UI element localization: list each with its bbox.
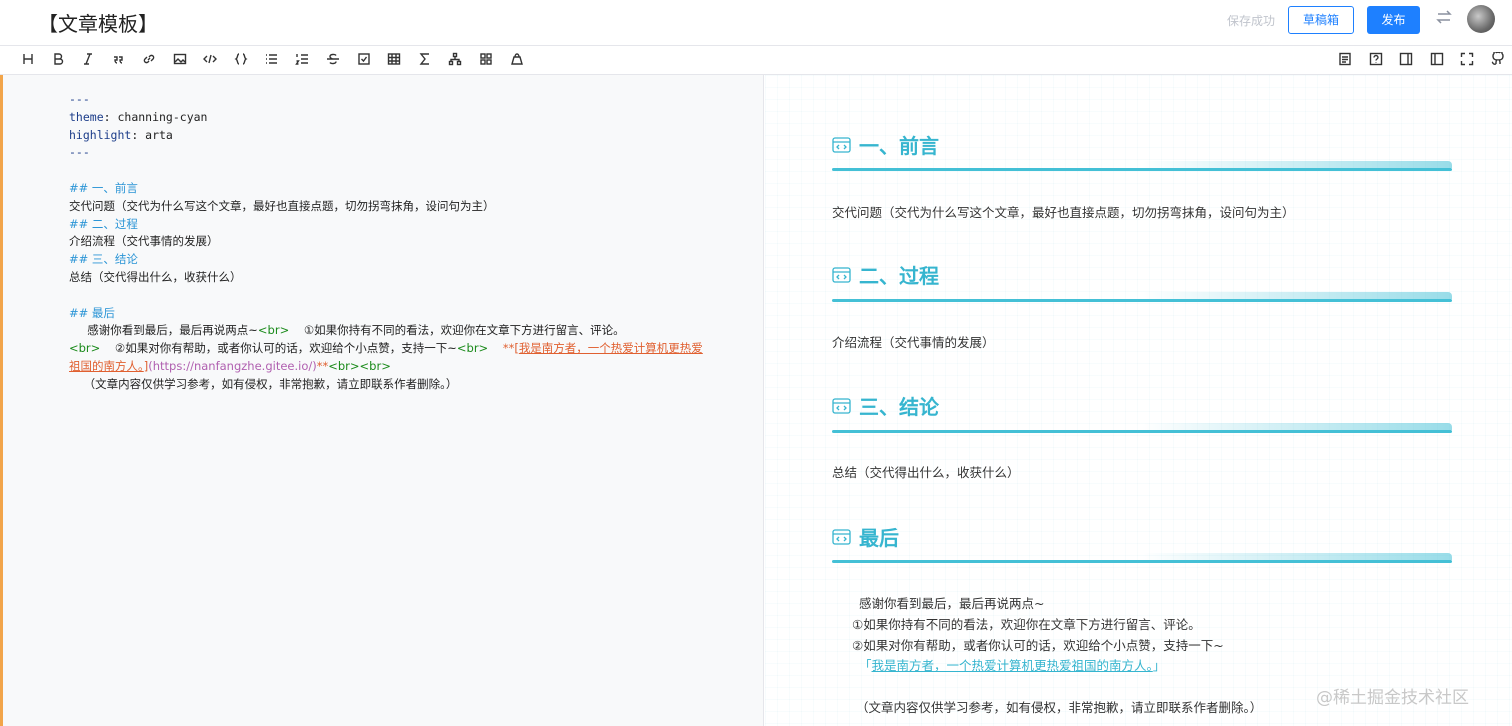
heading-gradient	[1142, 423, 1452, 430]
markdown-heading: ## 三、结论	[69, 252, 138, 267]
image-icon[interactable]	[172, 52, 188, 68]
preview-heading: 三、结论	[832, 391, 939, 421]
heading-gradient	[1142, 292, 1452, 299]
link-bracket: 「	[859, 658, 872, 674]
code-block-icon[interactable]	[233, 52, 249, 68]
quote-icon[interactable]	[110, 52, 126, 68]
html-tag: <br>	[257, 323, 290, 338]
drafts-button[interactable]: 草稿箱	[1288, 6, 1354, 34]
theme-icon[interactable]	[509, 52, 525, 68]
html-tag: <br><br>	[328, 358, 391, 373]
frontmatter-delimiter: ---	[69, 92, 90, 106]
heading-icon[interactable]	[20, 52, 36, 68]
ordered-list-icon[interactable]	[294, 52, 310, 68]
preview-link-line: 「我是南方者，一个热爱计算机更热爱祖国的南方人。」	[859, 656, 1262, 677]
formula-icon[interactable]	[417, 52, 433, 68]
heading-gradient	[1142, 553, 1452, 560]
code-line: ## 三、结论	[69, 251, 709, 269]
preview-heading: 二、过程	[832, 260, 939, 290]
code-line: theme: channing-cyan	[69, 109, 709, 127]
code-text: （文章内容仅供学习参考，如有侵权，非常抱歉，请立即联系作者删除。）	[69, 376, 458, 391]
preview-paragraph: 介绍流程（交代事情的发展）	[832, 335, 995, 350]
code-text: 感谢你看到最后，最后再说两点~	[69, 323, 258, 338]
preview-line: ①如果你持有不同的看法，欢迎你在文章下方进行留言、评论。	[852, 616, 1201, 632]
publish-button[interactable]: 发布	[1367, 6, 1420, 34]
unordered-list-icon[interactable]	[263, 52, 279, 68]
markdown-heading: ## 最后	[69, 305, 115, 320]
code-line: 介绍流程（交代事情的发展）	[69, 234, 219, 249]
toc-icon[interactable]	[1337, 52, 1353, 68]
preview-paragraph: 交代问题（交代为什么写这个文章，最好也直接点题，切勿拐弯抹角，设问句为主）	[832, 205, 1295, 220]
preview-closing-block: 感谢你看到最后，最后再说两点~ ①如果你持有不同的看法，欢迎你在文章下方进行留言…	[852, 594, 1263, 719]
article-title-input[interactable]: 【文章模板】	[38, 8, 158, 37]
markdown-heading: ## 二、过程	[69, 216, 138, 231]
watermark: @稀土掘金技术社区	[1316, 688, 1469, 708]
code-text: **	[316, 358, 329, 373]
preview-heading: 一、前言	[832, 130, 939, 160]
html-tag: <br>	[456, 341, 489, 356]
preview-line: （文章内容仅供学习参考，如有侵权，非常抱歉，请立即联系作者删除。）	[856, 699, 1263, 715]
heading-underline	[832, 430, 1452, 433]
code-text: ①如果你持有不同的看法，欢迎你在文章下方进行留言、评论。	[289, 323, 625, 338]
save-status: 保存成功	[1227, 14, 1276, 28]
table-icon[interactable]	[386, 52, 402, 68]
plugin-icon[interactable]	[478, 52, 494, 68]
heading-underline	[832, 299, 1452, 302]
code-line: 总结（交代得出什么，收获什么）	[69, 269, 242, 284]
diagram-icon[interactable]	[447, 52, 463, 68]
author-link[interactable]: 我是南方者，一个热爱计算机更热爱祖国的南方人。	[872, 658, 1153, 673]
markdown-editor[interactable]: --- theme: channing-cyan highlight: arta…	[3, 75, 764, 726]
code-paragraph: 感谢你看到最后，最后再说两点~<br> ①如果你持有不同的看法，欢迎你在文章下方…	[69, 322, 709, 393]
code-window-icon	[832, 136, 851, 153]
markdown-preview: 一、前言 交代问题（交代为什么写这个文章，最好也直接点题，切勿拐弯抹角，设问句为…	[765, 75, 1512, 726]
code-line: ## 一、前言	[69, 180, 709, 198]
heading-underline	[832, 560, 1452, 563]
split-view-icon[interactable]	[1429, 52, 1445, 68]
link-icon[interactable]	[141, 52, 157, 68]
code-window-icon	[832, 397, 851, 414]
frontmatter-delimiter: ---	[69, 145, 90, 160]
italic-icon[interactable]	[80, 52, 96, 68]
code-text: ②如果对你有帮助，或者你认可的话，欢迎给个小点赞，支持一下~	[100, 341, 457, 356]
editor-content[interactable]: --- theme: channing-cyan highlight: arta…	[69, 91, 709, 394]
code-line: ---	[69, 144, 709, 162]
code-line: highlight: arta	[69, 127, 709, 145]
code-line: ## 最后	[69, 305, 709, 323]
editor-header: 【文章模板】 保存成功 草稿箱 发布	[0, 0, 1512, 46]
frontmatter-key: highlight	[69, 127, 132, 142]
code-icon[interactable]	[202, 52, 218, 68]
code-line: ---	[69, 91, 709, 109]
html-tag: <br>	[69, 341, 101, 356]
preview-paragraph: 总结（交代得出什么，收获什么）	[832, 465, 1020, 480]
heading-gradient	[1142, 161, 1452, 168]
strikethrough-icon[interactable]	[325, 52, 341, 68]
code-line: ## 二、过程	[69, 216, 709, 234]
frontmatter-key: theme	[69, 109, 104, 124]
bold-icon[interactable]	[50, 52, 66, 68]
fullscreen-icon[interactable]	[1459, 52, 1475, 68]
github-icon[interactable]	[1490, 50, 1506, 68]
preview-only-icon[interactable]	[1398, 52, 1414, 68]
preview-heading: 最后	[832, 522, 899, 552]
code-line: 交代问题（交代为什么写这个文章，最好也直接点题，切勿拐弯抹角，设问句为主）	[69, 198, 495, 213]
help-icon[interactable]	[1368, 52, 1384, 68]
task-list-icon[interactable]	[356, 52, 372, 68]
markdown-link-url: (https://nanfangzhe.gitee.io/)	[148, 358, 317, 373]
code-text: **[	[488, 341, 519, 356]
markdown-toolbar	[0, 46, 1512, 75]
link-bracket: 」	[1152, 658, 1166, 674]
preview-line: 感谢你看到最后，最后再说两点~	[859, 596, 1045, 611]
user-avatar[interactable]	[1467, 5, 1495, 33]
frontmatter-value: : arta	[131, 127, 173, 142]
preview-line: ②如果对你有帮助，或者你认可的话，欢迎给个小点赞，支持一下~	[852, 637, 1224, 653]
markdown-heading: ## 一、前言	[69, 180, 138, 195]
frontmatter-value: : channing-cyan	[103, 109, 208, 124]
code-window-icon	[832, 266, 851, 283]
code-window-icon	[832, 528, 851, 545]
swap-icon[interactable]	[1434, 7, 1454, 29]
heading-underline	[832, 168, 1452, 171]
